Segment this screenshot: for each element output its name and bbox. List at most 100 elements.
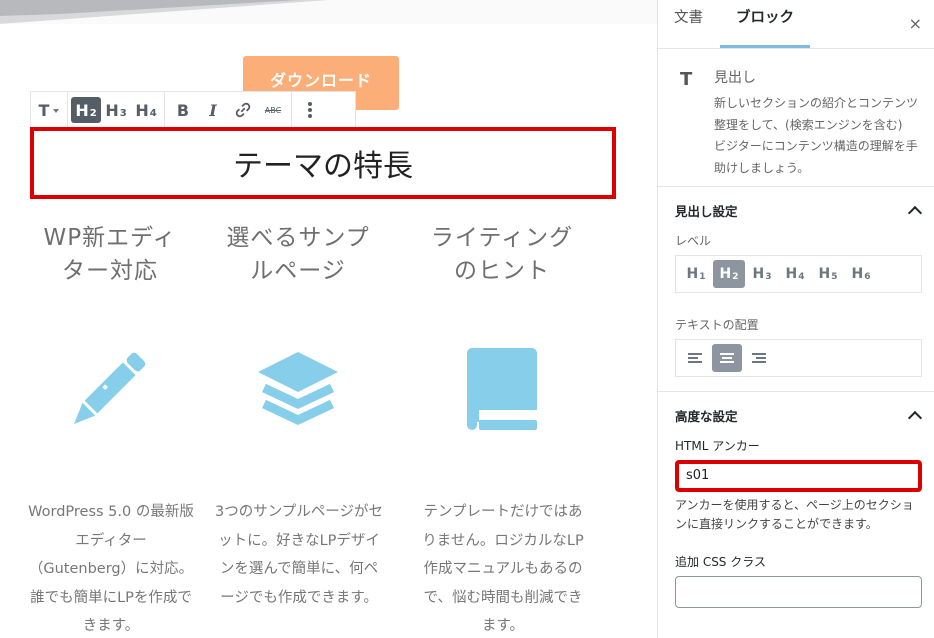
level-h1-button[interactable]: H1 [680, 260, 712, 288]
css-class-input[interactable] [675, 576, 922, 608]
feature-title-line2: ター対応 [62, 258, 158, 284]
bold-button[interactable]: B [168, 97, 198, 123]
close-sidebar-button[interactable]: × [909, 14, 922, 33]
feature-title[interactable]: ライティング のヒント [406, 222, 598, 288]
anchor-help-text: アンカーを使用すると、ページ上のセクションに直接リンクすることができます。 [675, 498, 914, 531]
toolbar-h3-sub: 3 [119, 107, 127, 119]
toolbar-h3-button[interactable]: H3 [101, 97, 131, 123]
block-type-switcher[interactable]: T [34, 97, 64, 123]
align-right-icon [752, 353, 766, 355]
level-h2-button[interactable]: H2 [713, 260, 745, 288]
heading-block-icon: T [680, 69, 693, 90]
level-h3-button[interactable]: H3 [746, 260, 778, 288]
align-center-button[interactable] [712, 344, 742, 372]
feature-description[interactable]: 3つのサンプルページがセットに。好きなLPデザインを選んで簡単に、何ページでも作… [214, 498, 384, 612]
feature-title-line1: WP新エディ [43, 225, 177, 251]
align-left-icon [688, 353, 702, 355]
feature-column-1: WP新エディ ター対応 WordPress 5.0 の最新版エディター（Guten… [14, 222, 206, 634]
block-card: T 見出し 新しいセクションの紹介とコンテンツ整理をして、(検索エンジンを含む)… [658, 49, 934, 187]
align-left-icon-line [688, 357, 698, 359]
feature-title[interactable]: WP新エディ ター対応 [14, 222, 206, 288]
level-n: 5 [831, 272, 838, 282]
align-center-icon [720, 353, 734, 355]
hero-image-strip [0, 0, 657, 24]
html-anchor-input[interactable]: s01 [675, 460, 922, 492]
block-type-group: T [31, 92, 68, 128]
toolbar-h3-label: H [105, 100, 119, 120]
level-h4-button[interactable]: H4 [779, 260, 811, 288]
text-align-buttons [675, 339, 922, 377]
level-h6-button[interactable]: H6 [845, 260, 877, 288]
level-h: H [785, 266, 798, 282]
level-n: 2 [732, 272, 739, 282]
level-h: H [752, 266, 765, 282]
tab-block[interactable]: ブロック [720, 0, 810, 48]
feature-description[interactable]: WordPress 5.0 の最新版エディター（Gutenberg）に対応。誰で… [26, 498, 196, 638]
align-left-button[interactable] [680, 344, 710, 372]
heading-settings-panel: 見出し設定 レベル H1 H2 H3 H4 H5 H6 テキストの配置 [658, 187, 934, 392]
italic-button[interactable]: I [198, 97, 228, 123]
css-class-label: 追加 CSS クラス [675, 555, 767, 569]
anchor-label: HTML アンカー [675, 439, 760, 453]
toolbar-h2-label: H [75, 100, 89, 120]
align-label: テキストの配置 [675, 318, 759, 332]
toolbar-h4-label: H [135, 100, 149, 120]
tab-document[interactable]: 文書 [658, 0, 719, 48]
toolbar-h2-button[interactable]: H2 [71, 97, 101, 123]
book-icon [465, 348, 539, 436]
selected-heading-block[interactable]: テーマの特長 [30, 127, 616, 199]
level-h: H [818, 266, 831, 282]
format-group: B I ABC [165, 92, 292, 128]
align-right-icon-line [756, 357, 766, 359]
heading-settings-toggle[interactable]: 見出し設定 [658, 187, 934, 233]
feature-column-2: 選べるサンプ ルページ 3つのサンプルページがセットに。好きなLPデザインを選んで… [202, 222, 394, 606]
feature-title[interactable]: 選べるサンプ ルページ [202, 222, 394, 288]
feature-title-line2: のヒント [454, 258, 550, 284]
chevron-up-icon [907, 205, 923, 220]
more-group [292, 92, 328, 128]
level-n: 6 [864, 272, 871, 282]
panel-title: 見出し設定 [675, 203, 738, 219]
level-n: 1 [699, 272, 706, 282]
more-options-button[interactable] [295, 97, 325, 123]
heading-level-buttons: H1 H2 H3 H4 H5 H6 [675, 255, 922, 293]
align-center-icon-line [720, 361, 734, 363]
level-h: H [686, 266, 699, 282]
align-left-icon-line [688, 361, 702, 363]
advanced-settings-toggle[interactable]: 高度な設定 [658, 392, 934, 438]
link-button[interactable] [228, 97, 258, 123]
chevron-up-icon [907, 410, 923, 425]
editor-canvas: ダウンロード T H2 H3 H4 B I ABC テーマの特長 WP新エディタ… [0, 0, 657, 638]
advanced-settings-panel: 高度な設定 HTML アンカー s01 アンカーを使用すると、ページ上のセクショ… [658, 392, 934, 608]
feature-title-line1: 選べるサンプ [226, 225, 370, 251]
feature-description[interactable]: テンプレートだけではありません。ロジカルなLP作成マニュアルもあるので、悩む時間… [418, 498, 588, 638]
toolbar-h4-button[interactable]: H4 [131, 97, 161, 123]
settings-sidebar: 文書 ブロック × T 見出し 新しいセクションの紹介とコンテンツ整理をして、(… [657, 0, 934, 638]
pencil-icon [66, 348, 150, 436]
block-description: 新しいセクションの紹介とコンテンツ整理をして、(検索エンジンを含む) ビジターに… [714, 96, 919, 175]
heading-block-icon: T [38, 100, 50, 120]
level-h: H [851, 266, 864, 282]
link-icon [235, 102, 251, 118]
level-label: レベル [675, 234, 712, 248]
level-n: 4 [798, 272, 805, 282]
align-right-button[interactable] [744, 344, 774, 372]
level-h: H [719, 266, 732, 282]
layers-icon [256, 350, 340, 430]
block-toolbar: T H2 H3 H4 B I ABC [30, 91, 356, 128]
heading-level-group: H2 H3 H4 [68, 92, 165, 128]
align-right-icon-line [752, 361, 766, 363]
more-vertical-icon [308, 102, 312, 118]
sidebar-tabs: 文書 ブロック × [658, 0, 934, 49]
strikethrough-button[interactable]: ABC [258, 97, 288, 123]
level-h5-button[interactable]: H5 [812, 260, 844, 288]
align-center-icon-line [722, 357, 732, 359]
feature-title-line2: ルページ [250, 258, 346, 284]
block-name: 見出し [714, 70, 756, 86]
panel-title: 高度な設定 [675, 408, 738, 424]
level-n: 3 [765, 272, 772, 282]
toolbar-h2-sub: 2 [89, 107, 97, 119]
feature-title-line1: ライティング [430, 225, 574, 251]
toolbar-h4-sub: 4 [149, 107, 157, 119]
feature-column-3: ライティング のヒント テンプレートだけではありません。ロジカルなLP作成マニュア… [406, 222, 598, 634]
